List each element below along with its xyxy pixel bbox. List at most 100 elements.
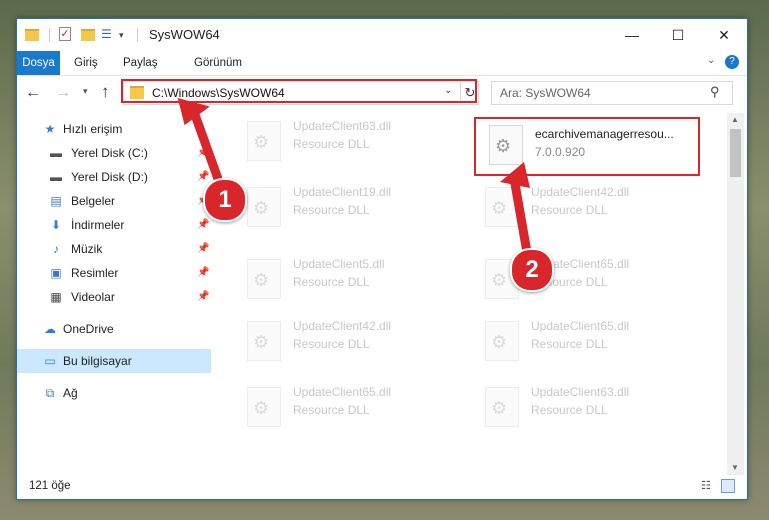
dll-file-icon: ⚙ bbox=[247, 387, 281, 427]
chevron-down-icon[interactable]: ▾ bbox=[119, 27, 129, 43]
list-item[interactable]: ⚙ UpdateClient42.dll Resource DLL bbox=[237, 317, 467, 377]
scroll-down-arrow-icon[interactable]: ▼ bbox=[731, 463, 739, 472]
list-item[interactable]: ⚙ UpdateClient65.dll Resource DLL bbox=[237, 383, 467, 443]
search-icon[interactable]: ⚲ bbox=[710, 84, 720, 100]
file-name: UpdateClient63.dll bbox=[293, 119, 392, 133]
item-count: 121 öğe bbox=[29, 480, 71, 492]
sidebar-item-network[interactable]: ⧉ Ağ bbox=[17, 381, 211, 405]
sidebar-item-music[interactable]: ♪ Müzik 📌 bbox=[17, 237, 211, 261]
ribbon-tabs: Dosya Giriş Paylaş Görünüm ⌄ ? bbox=[17, 51, 747, 76]
list-item[interactable]: ⚙ UpdateClient42.dll Resource DLL bbox=[475, 183, 705, 243]
address-path[interactable]: C:\Windows\SysWOW64 bbox=[152, 86, 285, 100]
file-version: 7.0.0.920 bbox=[535, 145, 586, 159]
folder-icon bbox=[25, 29, 39, 41]
list-item[interactable]: ⚙ UpdateClient65.dll Resource DLL bbox=[475, 317, 705, 377]
back-arrow-icon[interactable]: ← bbox=[25, 84, 41, 102]
new-folder-icon[interactable] bbox=[81, 29, 95, 41]
star-icon: ★ bbox=[44, 122, 56, 136]
maximize-button[interactable]: ☐ bbox=[655, 19, 701, 51]
window-title: SysWOW64 bbox=[149, 27, 220, 42]
tab-paylas[interactable]: Paylaş bbox=[123, 51, 158, 75]
title-bar: ✓ ☰ ▾ SysWOW64 — ☐ ✕ bbox=[17, 19, 747, 51]
list-item[interactable]: ⚙ UpdateClient19.dll Resource DLL bbox=[237, 183, 467, 243]
divider bbox=[137, 28, 138, 42]
expand-ribbon-chevron-icon[interactable]: ⌄ bbox=[707, 55, 715, 66]
vertical-scrollbar[interactable]: ▲ ▼ bbox=[727, 113, 744, 477]
refresh-icon[interactable]: ↻ bbox=[460, 82, 479, 104]
file-description: Resource DLL bbox=[293, 137, 370, 151]
sidebar-item-label: Müzik bbox=[71, 242, 103, 256]
gear-icon: ⚙ bbox=[253, 132, 270, 152]
close-button[interactable]: ✕ bbox=[701, 19, 747, 51]
sidebar-item-downloads[interactable]: ⬇ İndirmeler 📌 bbox=[17, 213, 211, 237]
download-icon: ⬇ bbox=[50, 218, 62, 232]
sidebar-item-quick-access[interactable]: ★ Hızlı erişim bbox=[17, 117, 211, 141]
gear-icon: ⚙ bbox=[491, 270, 508, 290]
list-item-ecarchivemanager[interactable]: ⚙ ecarchivemanagerresou... 7.0.0.920 bbox=[479, 121, 709, 181]
file-name: ecarchivemanagerresou... bbox=[535, 127, 674, 141]
details-view-icon[interactable]: ☷ bbox=[701, 480, 715, 492]
sidebar-item-this-pc[interactable]: ▭ Bu bilgisayar bbox=[17, 349, 211, 373]
video-icon: ▦ bbox=[50, 290, 62, 304]
sidebar-item-label: Resimler bbox=[71, 266, 119, 280]
navigation-bar: ← → ▾ ↑ C:\Windows\SysWOW64 ⌄ ↻ Ara: Sys… bbox=[17, 76, 747, 110]
sidebar-item-local-disk-d[interactable]: ▬ Yerel Disk (D:) 📌 bbox=[17, 165, 211, 189]
sidebar-item-pictures[interactable]: ▣ Resimler 📌 bbox=[17, 261, 211, 285]
folder-icon bbox=[130, 86, 144, 99]
sidebar-item-onedrive[interactable]: ☁ OneDrive bbox=[17, 317, 211, 341]
sidebar-item-label: Yerel Disk (D:) bbox=[71, 170, 148, 184]
file-name: UpdateClient65.dll bbox=[531, 319, 630, 333]
file-name: UpdateClient19.dll bbox=[293, 185, 392, 199]
file-name: UpdateClient5.dll bbox=[293, 257, 385, 271]
music-icon: ♪ bbox=[53, 242, 59, 256]
list-item[interactable]: ⚙ UpdateClient5.dll Resource DLL bbox=[237, 255, 467, 315]
sidebar-item-videos[interactable]: ▦ Videolar 📌 bbox=[17, 285, 211, 309]
pin-icon[interactable]: 📌 bbox=[197, 141, 209, 165]
gear-icon: ⚙ bbox=[253, 198, 270, 218]
forward-arrow-icon[interactable]: → bbox=[55, 84, 71, 102]
sidebar-item-label: Ağ bbox=[63, 386, 78, 400]
pin-icon[interactable]: 📌 bbox=[197, 285, 209, 309]
list-item[interactable]: ⚙ UpdateClient63.dll Resource DLL bbox=[237, 117, 467, 177]
search-input[interactable]: Ara: SysWOW64 ⚲ bbox=[491, 81, 733, 105]
gear-icon: ⚙ bbox=[253, 332, 270, 352]
file-description: Resource DLL bbox=[293, 203, 370, 217]
navigation-pane: ★ Hızlı erişim ▬ Yerel Disk (C:) 📌 ▬ Yer… bbox=[17, 113, 211, 473]
properties-check-icon[interactable]: ✓ bbox=[59, 27, 71, 41]
network-icon: ⧉ bbox=[45, 386, 55, 400]
sidebar-item-local-disk-c[interactable]: ▬ Yerel Disk (C:) 📌 bbox=[17, 141, 211, 165]
file-description: Resource DLL bbox=[531, 337, 608, 351]
help-icon[interactable]: ? bbox=[725, 55, 739, 69]
pin-icon[interactable]: 📌 bbox=[197, 237, 209, 261]
scrollbar-thumb[interactable] bbox=[730, 129, 741, 177]
gear-icon: ⚙ bbox=[491, 398, 508, 418]
search-placeholder: Ara: SysWOW64 bbox=[500, 86, 591, 100]
tab-giris[interactable]: Giriş bbox=[74, 51, 98, 75]
recent-locations-chevron-icon[interactable]: ▾ bbox=[83, 86, 88, 97]
disk-icon: ▬ bbox=[50, 170, 62, 184]
gear-icon: ⚙ bbox=[491, 198, 508, 218]
file-description: Resource DLL bbox=[531, 203, 608, 217]
sidebar-item-label: Hızlı erişim bbox=[63, 122, 123, 136]
dll-file-icon: ⚙ bbox=[489, 125, 523, 165]
file-description: Resource DLL bbox=[293, 275, 370, 289]
address-bar[interactable]: C:\Windows\SysWOW64 ⌄ ↻ bbox=[123, 81, 479, 105]
dll-file-icon: ⚙ bbox=[485, 321, 519, 361]
large-icons-view-icon[interactable] bbox=[721, 479, 735, 493]
sidebar-item-label: OneDrive bbox=[63, 322, 114, 336]
list-item[interactable]: ⚙ UpdateClient63.dll Resource DLL bbox=[475, 383, 705, 443]
sidebar-item-label: Yerel Disk (C:) bbox=[71, 146, 148, 160]
up-arrow-icon[interactable]: ↑ bbox=[101, 82, 110, 102]
file-name: UpdateClient42.dll bbox=[293, 319, 392, 333]
tab-dosya[interactable]: Dosya bbox=[17, 51, 60, 75]
quick-access-customize-icon[interactable]: ☰ bbox=[101, 27, 115, 41]
scroll-up-arrow-icon[interactable]: ▲ bbox=[731, 115, 739, 124]
minimize-button[interactable]: — bbox=[609, 19, 655, 51]
tab-gorunum[interactable]: Görünüm bbox=[194, 51, 242, 75]
file-description: Resource DLL bbox=[293, 337, 370, 351]
pin-icon[interactable]: 📌 bbox=[197, 213, 209, 237]
address-dropdown-chevron-icon[interactable]: ⌄ bbox=[444, 85, 452, 96]
sidebar-item-documents[interactable]: ▤ Belgeler 📌 bbox=[17, 189, 211, 213]
pin-icon[interactable]: 📌 bbox=[197, 261, 209, 285]
gear-icon: ⚙ bbox=[491, 332, 508, 352]
